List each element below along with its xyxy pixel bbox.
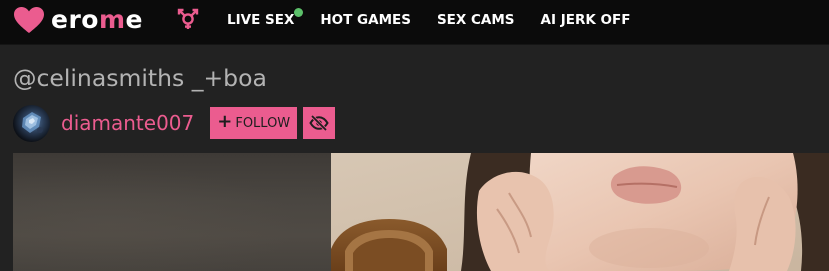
uploader-row: diamante007 + FOLLOW <box>13 104 336 142</box>
logo-wordmark: erome <box>51 6 143 34</box>
hide-content-button[interactable] <box>303 107 336 139</box>
blurred-video-thumbnail[interactable] <box>13 153 331 271</box>
avatar[interactable] <box>13 104 50 142</box>
album-media <box>13 153 829 271</box>
album-title: @celinasmiths _+boa <box>13 64 267 92</box>
nav-links: LIVE SEX HOT GAMES SEX CAMS AI JERK OFF <box>227 0 656 40</box>
uploader-username[interactable]: diamante007 <box>61 104 194 142</box>
nav-link-label: LIVE SEX <box>227 12 295 28</box>
logo-text-part-2: e <box>125 5 143 34</box>
follow-button[interactable]: + FOLLOW <box>210 107 298 139</box>
nav-link-ai-jerk-off[interactable]: AI JERK OFF <box>541 12 631 28</box>
nav-link-hot-games[interactable]: HOT GAMES <box>320 12 411 28</box>
nav-link-sex-cams[interactable]: SEX CAMS <box>437 12 515 28</box>
nav-link-live-sex[interactable]: LIVE SEX <box>227 8 304 28</box>
site-logo[interactable]: erome <box>13 6 143 34</box>
live-indicator-dot <box>294 8 304 17</box>
photo[interactable] <box>331 153 829 271</box>
eye-slash-icon <box>309 115 329 131</box>
avatar-image <box>22 111 43 133</box>
plus-icon: + <box>217 111 233 132</box>
top-navbar: erome LIVE SEX HOT GAMES SEX CAMS AI JER… <box>0 0 829 45</box>
logo-text-part-1: ero <box>51 5 99 34</box>
heart-logo-icon <box>14 7 44 33</box>
follow-button-label: FOLLOW <box>235 115 291 131</box>
logo-text-accent: m <box>98 5 126 34</box>
gender-symbol-icon[interactable] <box>176 8 200 30</box>
